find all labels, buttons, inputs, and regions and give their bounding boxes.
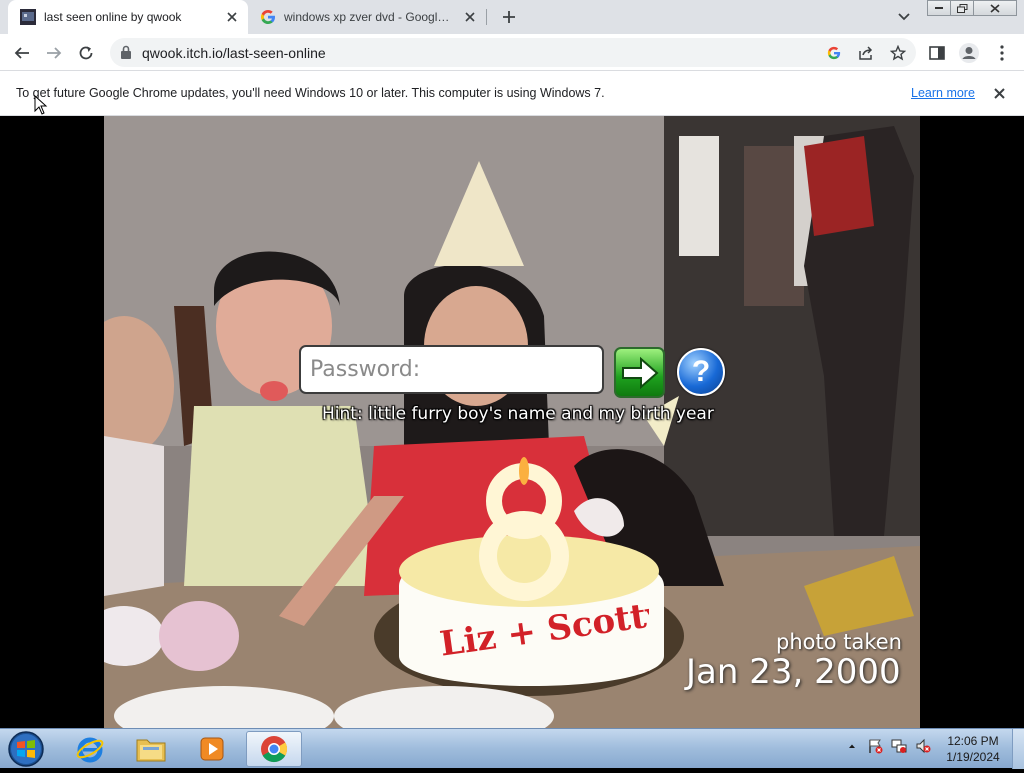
- share-button[interactable]: [856, 43, 876, 63]
- system-clock[interactable]: 12:06 PM 1/19/2024: [942, 733, 1004, 765]
- infobar-message: To get future Google Chrome updates, you…: [16, 86, 605, 100]
- tab-last-seen-online[interactable]: last seen online by qwook: [8, 0, 248, 34]
- restore-icon: [956, 3, 967, 13]
- close-window-button[interactable]: [973, 0, 1017, 16]
- arrow-left-icon: [14, 47, 29, 59]
- bookmark-button[interactable]: [888, 43, 908, 63]
- google-translate-button[interactable]: [824, 43, 844, 63]
- chevron-up-icon: [849, 744, 855, 748]
- minimize-icon: [935, 7, 943, 9]
- minimize-button[interactable]: [927, 0, 951, 16]
- kebab-menu-icon: [1000, 45, 1004, 61]
- lock-icon[interactable]: [120, 45, 132, 59]
- tab-close-icon[interactable]: [460, 7, 480, 27]
- taskbar-google-chrome[interactable]: [246, 731, 302, 767]
- cake-lettering: Liz + Scotty: [437, 594, 649, 664]
- infobar-close-button[interactable]: [990, 84, 1008, 102]
- tray-volume[interactable]: [914, 737, 932, 755]
- clock-date: 1/19/2024: [946, 750, 1000, 764]
- menu-button[interactable]: [990, 41, 1014, 65]
- page-content: Liz + Scotty ? Hint: little furry boy's …: [0, 116, 1024, 728]
- tab-search-button[interactable]: [894, 8, 914, 26]
- itchio-favicon-icon: [20, 9, 36, 25]
- google-favicon-icon: [260, 10, 275, 24]
- flag-warning-icon: [869, 739, 883, 754]
- profile-button[interactable]: [957, 41, 981, 65]
- tab-close-icon[interactable]: [222, 7, 242, 27]
- volume-muted-icon: [916, 738, 931, 754]
- window-controls: [927, 0, 1017, 16]
- windows-taskbar: 12:06 PM 1/19/2024: [0, 728, 1024, 769]
- tab-title: last seen online by qwook: [44, 10, 182, 24]
- close-icon: [990, 3, 1000, 13]
- avatar-icon: [959, 43, 979, 63]
- password-input[interactable]: [299, 345, 604, 394]
- tray-action-center[interactable]: [866, 737, 884, 755]
- chevron-down-icon: [898, 13, 910, 21]
- help-button[interactable]: ?: [677, 348, 725, 396]
- new-tab-button[interactable]: [498, 6, 520, 28]
- star-icon: [890, 45, 906, 61]
- chrome-icon: [261, 736, 288, 763]
- start-button[interactable]: [6, 730, 46, 768]
- forward-button[interactable]: [41, 40, 67, 66]
- tray-overflow-button[interactable]: [843, 737, 861, 755]
- media-player-icon: [200, 737, 224, 761]
- birthday-photo: Liz + Scotty ? Hint: little furry boy's …: [104, 116, 920, 728]
- submit-button[interactable]: [614, 347, 665, 398]
- side-panel-button[interactable]: [925, 41, 949, 65]
- taskbar-internet-explorer[interactable]: [62, 731, 118, 767]
- address-bar[interactable]: qwook.itch.io/last-seen-online: [110, 38, 916, 67]
- learn-more-link[interactable]: Learn more: [911, 86, 975, 100]
- taskbar-media-player[interactable]: [184, 731, 240, 767]
- tab-strip: last seen online by qwook windows xp zve…: [0, 0, 1024, 34]
- tab-google-search[interactable]: windows xp zver dvd - Google Se: [250, 0, 486, 34]
- folder-icon: [136, 739, 166, 762]
- google-g-icon: [827, 46, 841, 60]
- plus-icon: [503, 11, 515, 23]
- photo-taken-label: photo taken: [776, 630, 902, 654]
- url-text[interactable]: qwook.itch.io/last-seen-online: [142, 45, 326, 61]
- restore-button[interactable]: [950, 0, 974, 16]
- internet-explorer-icon: [76, 737, 104, 763]
- arrow-right-icon: [621, 356, 659, 389]
- update-infobar: To get future Google Chrome updates, you…: [0, 71, 1024, 116]
- close-icon: [993, 87, 1005, 99]
- side-panel-icon: [929, 46, 945, 60]
- back-button[interactable]: [9, 40, 35, 66]
- password-hint: Hint: little furry boy's name and my bir…: [322, 404, 714, 424]
- tab-separator: [486, 9, 487, 25]
- cake-text: Liz + Scotty: [437, 594, 649, 664]
- show-desktop-button[interactable]: [1012, 729, 1024, 769]
- network-icon: [891, 739, 907, 753]
- tray-network[interactable]: [890, 737, 908, 755]
- share-icon: [859, 46, 873, 60]
- tab-title: windows xp zver dvd - Google Se: [284, 10, 460, 24]
- reload-button[interactable]: [73, 40, 99, 66]
- clock-time: 12:06 PM: [947, 734, 999, 748]
- photo-date: Jan 23, 2000: [686, 652, 901, 692]
- reload-icon: [79, 46, 93, 60]
- taskbar-windows-explorer[interactable]: [123, 731, 179, 767]
- question-mark-icon: ?: [691, 355, 711, 388]
- browser-toolbar: qwook.itch.io/last-seen-online: [0, 34, 1024, 71]
- mouse-cursor-icon: [34, 95, 48, 115]
- arrow-right-icon: [47, 47, 62, 59]
- windows-start-orb-icon: [8, 731, 44, 767]
